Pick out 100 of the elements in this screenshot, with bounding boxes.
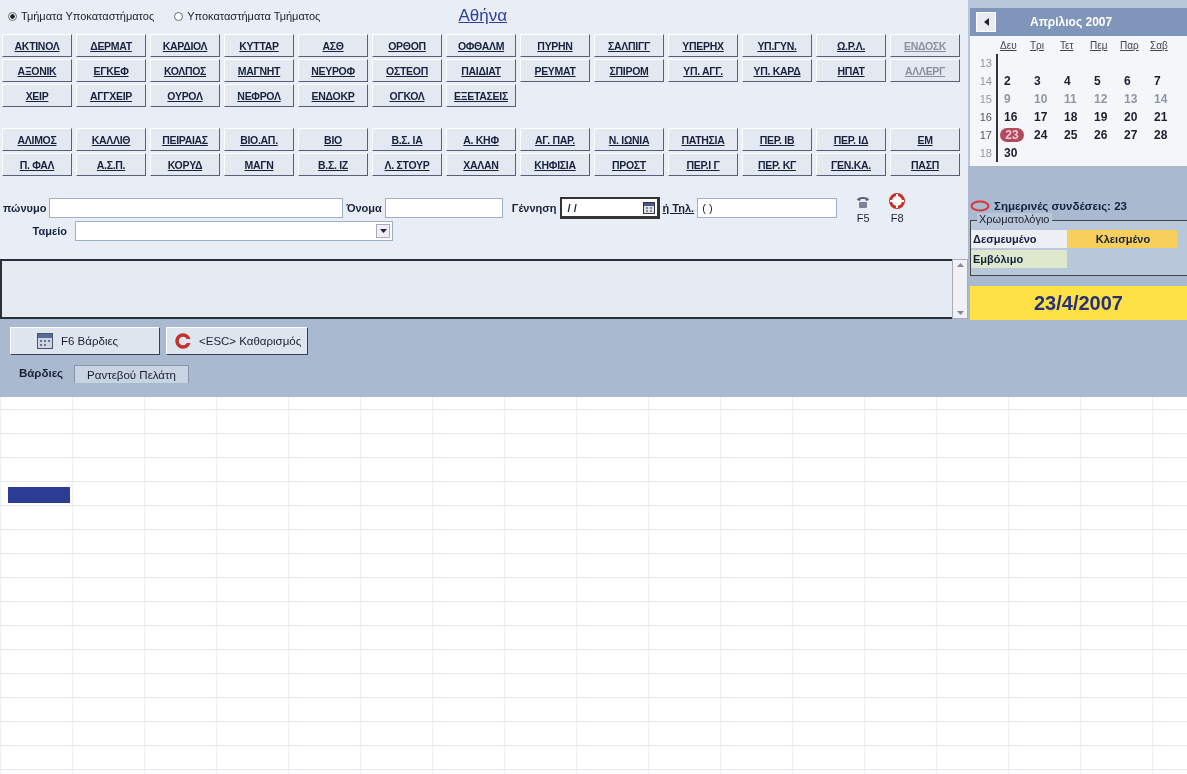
department-button[interactable]: ΚΟΛΠΟΣ	[150, 59, 220, 82]
branch-button[interactable]: ΧΑΛΑΝ	[446, 153, 516, 176]
city-link[interactable]: Αθήνα	[458, 6, 507, 26]
branch-button[interactable]: ΠΕΙΡΑΙΑΣ	[150, 128, 220, 151]
department-button[interactable]: Ω.Ρ.Λ.	[816, 34, 886, 57]
branch-button[interactable]: Β.Σ. ΙΑ	[372, 128, 442, 151]
department-button[interactable]: ΡΕΥΜΑΤ	[520, 59, 590, 82]
calendar-day[interactable]: 28	[1150, 128, 1180, 142]
branch-button[interactable]: ΚΑΛΛΙΘ	[76, 128, 146, 151]
weekday-label: Δευ	[1000, 39, 1018, 51]
calendar-day[interactable]: 30	[1000, 146, 1030, 160]
radio-option[interactable]: Τμήματα Υποκαταστήματος	[8, 10, 155, 22]
action-button[interactable]: F6 Βάρδιες	[10, 327, 160, 355]
branch-button[interactable]: ΠΕΡ. ΚΓ	[742, 153, 812, 176]
calendar-day[interactable]: 24	[1030, 128, 1060, 142]
department-button[interactable]: ΠΑΙΔΙΑΤ	[446, 59, 516, 82]
surname-field[interactable]	[49, 198, 344, 218]
department-button[interactable]: ΟΓΚΟΛ	[372, 84, 442, 107]
department-button[interactable]: ΥΠ.ΓΥΝ.	[742, 34, 812, 57]
branch-button[interactable]: Β.Σ. ΙΖ	[298, 153, 368, 176]
department-button[interactable]: ΥΠ. ΚΑΡΔ	[742, 59, 812, 82]
name-field[interactable]	[384, 198, 503, 218]
calendar-day[interactable]: 26	[1090, 128, 1120, 142]
schedule-grid[interactable]	[0, 397, 1187, 774]
department-button[interactable]: ΚΑΡΔΙΟΛ	[150, 34, 220, 57]
department-button[interactable]: ΥΠ. ΑΓΓ.	[668, 59, 738, 82]
calendar-icon	[37, 333, 53, 349]
department-button[interactable]: ΝΕΦΡΟΛ	[224, 84, 294, 107]
calendar-day[interactable]: 19	[1090, 110, 1120, 124]
branch-button[interactable]: Λ. ΣΤΟΥΡ	[372, 153, 442, 176]
calendar-day[interactable]: 17	[1030, 110, 1060, 124]
calendar-day[interactable]: 25	[1060, 128, 1090, 142]
radio-option[interactable]: Υποκαταστήματα Τμήματος	[174, 10, 321, 22]
branch-button[interactable]: Α.Σ.Π.	[76, 153, 146, 176]
calendar-day[interactable]: 6	[1120, 74, 1150, 88]
branch-button[interactable]: ΠΑΤΗΣΙΑ	[668, 128, 738, 151]
scrollbar[interactable]	[952, 259, 968, 319]
calendar-day[interactable]: 18	[1060, 110, 1090, 124]
branch-button[interactable]: ΓΕΝ.ΚΑ.	[816, 153, 886, 176]
department-button[interactable]: ΗΠΑΤ	[816, 59, 886, 82]
branch-button[interactable]: Ν. ΙΩΝΙΑ	[594, 128, 664, 151]
previous-month-button[interactable]	[976, 12, 996, 32]
name-label: Όνομα	[345, 202, 383, 214]
left-arrow-icon	[983, 18, 989, 26]
department-button[interactable]: ΥΠΕΡΗΧ	[668, 34, 738, 57]
branch-button[interactable]: ΜΑΓΝ	[224, 153, 294, 176]
branch-button[interactable]: ΕΜ	[890, 128, 960, 151]
current-date: 23/4/2007	[970, 286, 1187, 320]
department-button[interactable]: ΝΕΥΡΟΦ	[298, 59, 368, 82]
branch-button[interactable]: ΠΡΟΣΤ	[594, 153, 664, 176]
dropdown-arrow-icon	[379, 229, 387, 233]
branch-button[interactable]: ΒΙΟ	[298, 128, 368, 151]
memo-field[interactable]	[0, 259, 952, 319]
department-button[interactable]: ΜΑΓΝΗΤ	[224, 59, 294, 82]
shortcut-button[interactable]: F5	[855, 192, 872, 224]
department-button[interactable]: ΚΥΤΤΑΡ	[224, 34, 294, 57]
branch-button[interactable]: Π. ΦΑΛ	[2, 153, 72, 176]
calendar-day[interactable]: 2	[1000, 74, 1030, 88]
department-button[interactable]: ΣΠΙΡΟΜ	[594, 59, 664, 82]
branch-button[interactable]: ΒΙΟ.ΑΠ.	[224, 128, 294, 151]
branch-button[interactable]: ΚΗΦΙΣΙΑ	[520, 153, 590, 176]
calendar-day[interactable]: 5	[1090, 74, 1120, 88]
calendar-day[interactable]: 7	[1150, 74, 1180, 88]
branch-button[interactable]: ΑΛΙΜΟΣ	[2, 128, 72, 151]
department-button[interactable]: ΕΝΔΟΚΡ	[298, 84, 368, 107]
fund-dropdown[interactable]	[75, 221, 393, 241]
birth-date-field[interactable]: / /	[559, 197, 660, 219]
tab[interactable]: Ραντεβού Πελάτη	[74, 365, 189, 383]
branch-button[interactable]: ΚΟΡΥΔ	[150, 153, 220, 176]
phone-field[interactable]: ( )	[697, 198, 838, 218]
department-button[interactable]: ΠΥΡΗΝ	[520, 34, 590, 57]
branch-button[interactable]: ΠΕΡ. ΙΒ	[742, 128, 812, 151]
department-button[interactable]: ΑΚΤΙΝΟΛ	[2, 34, 72, 57]
shortcut-button[interactable]: F8	[889, 192, 906, 224]
department-button[interactable]: ΕΓΚΕΦ	[76, 59, 146, 82]
action-button[interactable]: <ESC> Καθαρισμός	[166, 327, 309, 355]
department-button[interactable]: ΑΣΘ	[298, 34, 368, 57]
department-button[interactable]: ΑΓΓΧΕΙΡ	[76, 84, 146, 107]
calendar-day[interactable]: 4	[1060, 74, 1090, 88]
department-button[interactable]: ΟΣΤΕΟΠ	[372, 59, 442, 82]
calendar-day[interactable]: 20	[1120, 110, 1150, 124]
calendar-day[interactable]: 23	[1000, 128, 1024, 142]
tab[interactable]: Βάρδιες	[14, 361, 69, 383]
branch-button[interactable]: ΠΑΣΠ	[890, 153, 960, 176]
calendar-day[interactable]: 16	[1000, 110, 1030, 124]
calendar-day[interactable]: 21	[1150, 110, 1180, 124]
department-button[interactable]: ΣΑΛΠΙΓΓ	[594, 34, 664, 57]
department-button[interactable]: ΔΕΡΜΑΤ	[76, 34, 146, 57]
calendar-day[interactable]: 27	[1120, 128, 1150, 142]
department-button[interactable]: ΑΞΟΝΙΚ	[2, 59, 72, 82]
calendar-day[interactable]: 3	[1030, 74, 1060, 88]
department-button[interactable]: ΟΥΡΟΛ	[150, 84, 220, 107]
branch-button[interactable]: ΠΕΡ.Ι Γ	[668, 153, 738, 176]
branch-button[interactable]: ΠΕΡ. ΙΔ	[816, 128, 886, 151]
department-button[interactable]: ΕΞΕΤΑΣΕΙΣ	[446, 84, 516, 107]
branch-button[interactable]: ΑΓ. ΠΑΡ.	[520, 128, 590, 151]
department-button[interactable]: ΧΕΙΡ	[2, 84, 72, 107]
department-button[interactable]: ΟΡΘΟΠ	[372, 34, 442, 57]
branch-button[interactable]: Α. ΚΗΦ	[446, 128, 516, 151]
department-button[interactable]: ΟΦΘΑΛΜ	[446, 34, 516, 57]
